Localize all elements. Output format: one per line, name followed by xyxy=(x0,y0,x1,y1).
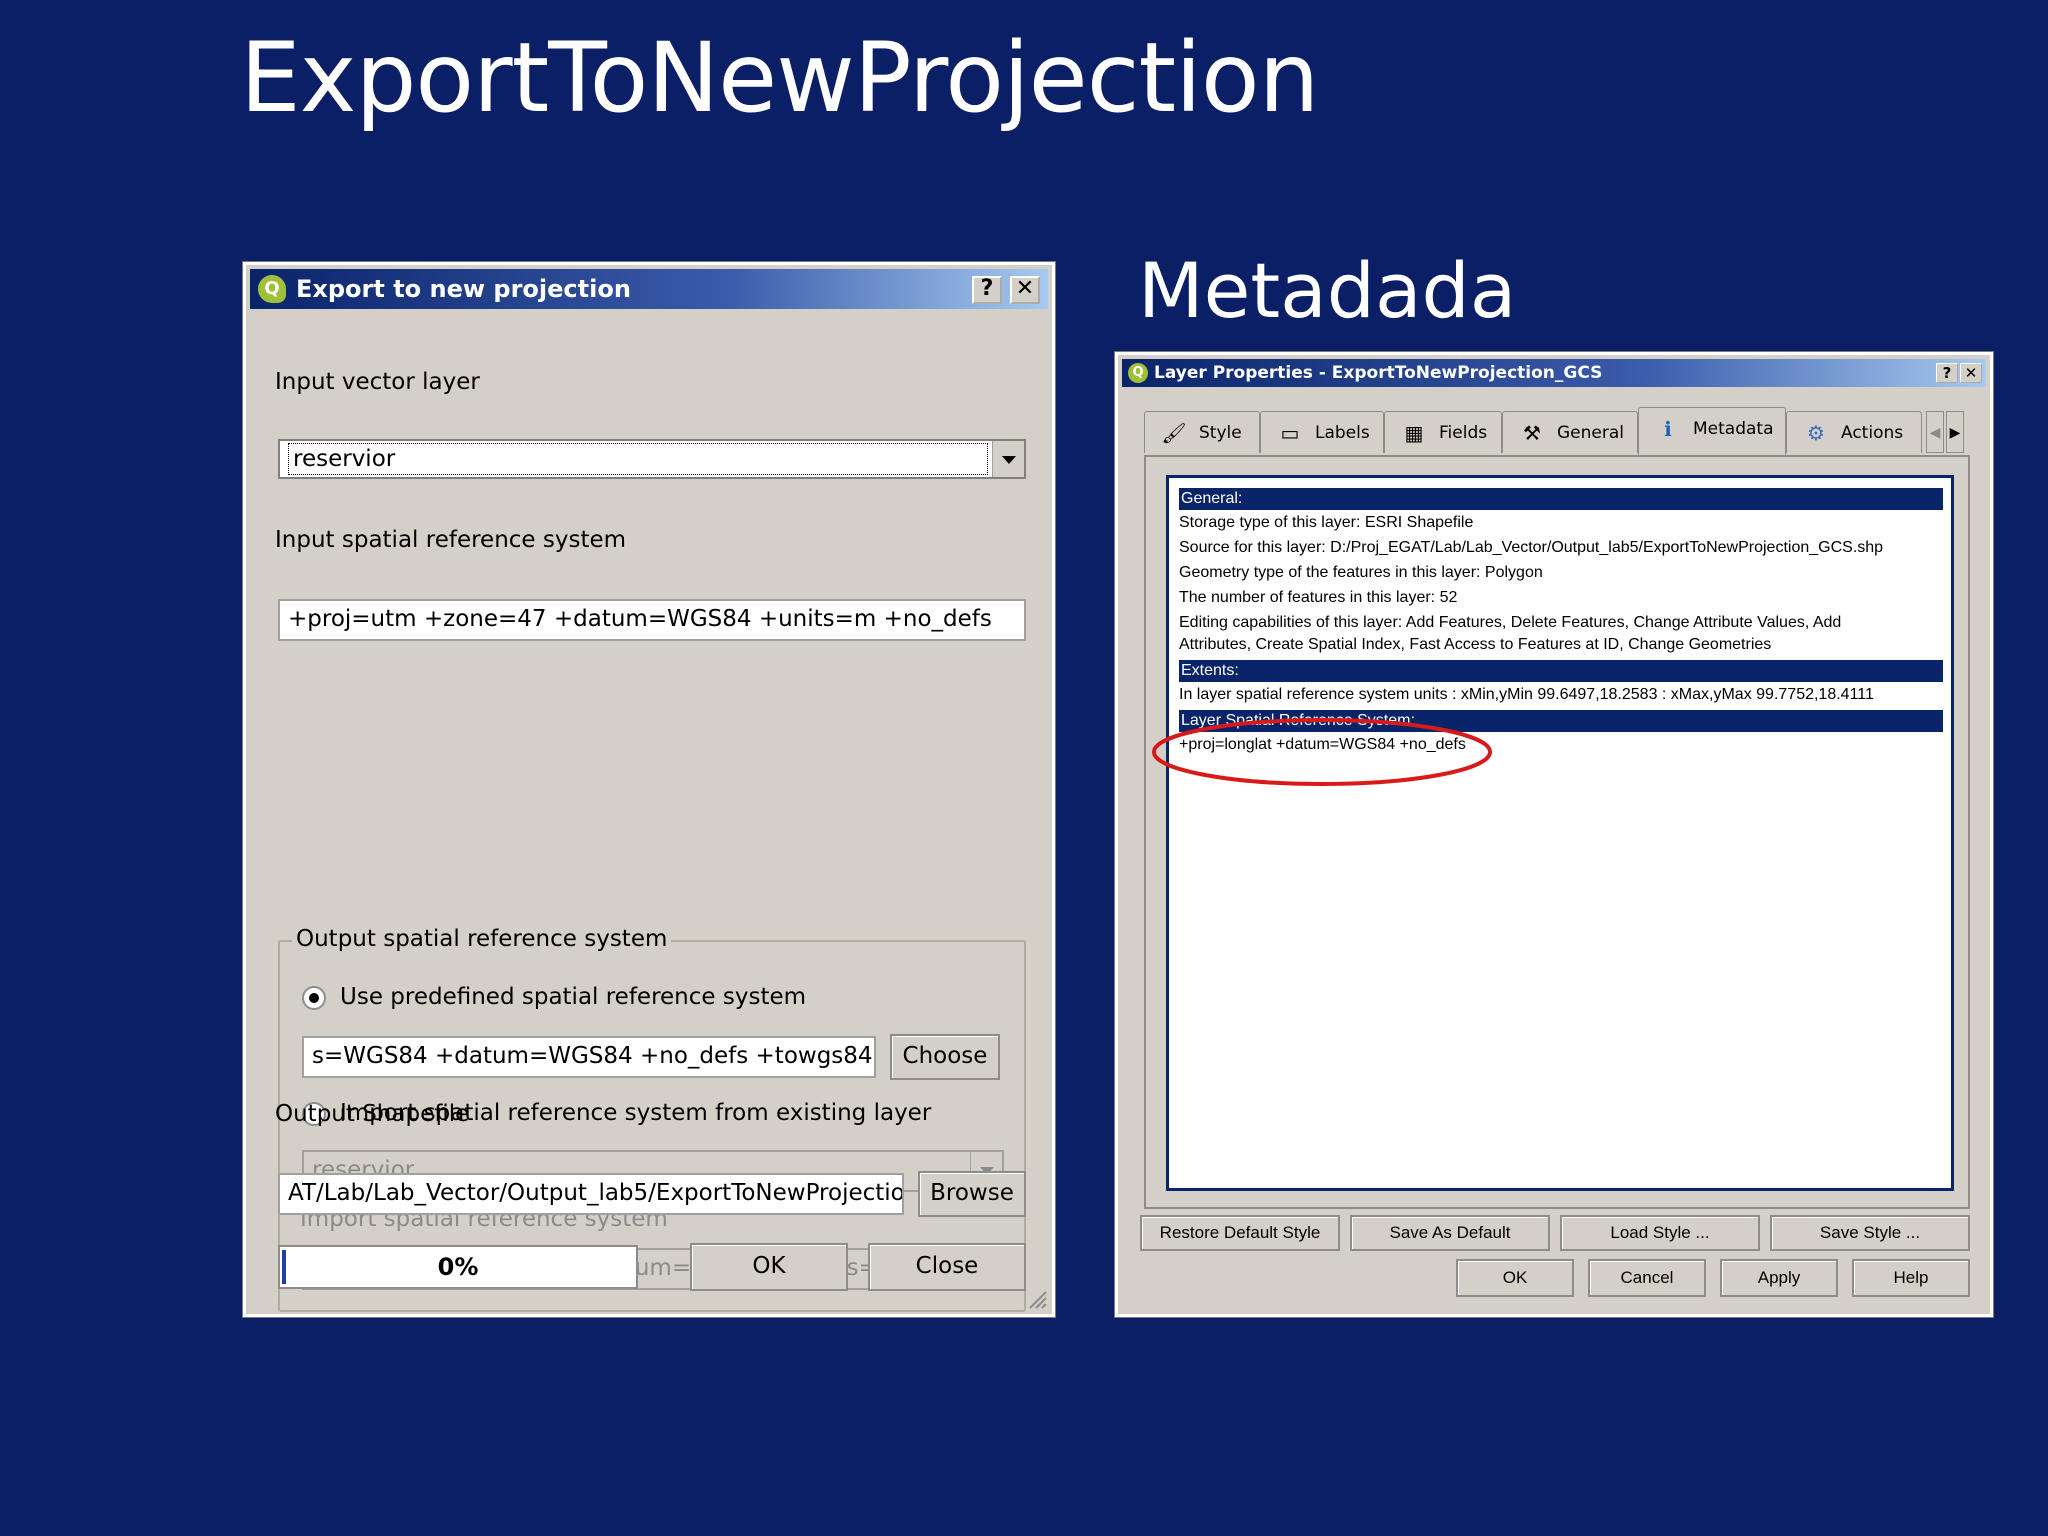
apply-button[interactable]: Apply xyxy=(1720,1259,1838,1297)
gears-icon: ⚙ xyxy=(1807,421,1825,445)
browse-button[interactable]: Browse xyxy=(918,1171,1026,1217)
save-style-button[interactable]: Save Style ... xyxy=(1770,1215,1970,1251)
qgis-icon: Q xyxy=(1128,363,1148,383)
help-button[interactable]: ? xyxy=(972,276,1002,304)
layer-properties-titlebar[interactable]: Q Layer Properties - ExportToNewProjecti… xyxy=(1122,359,1986,387)
export-dialog: Q Export to new projection ? ✕ Input vec… xyxy=(243,262,1055,1317)
table-icon: ▦ xyxy=(1404,421,1424,445)
tab-style[interactable]: 🖌 Style xyxy=(1144,411,1260,453)
metadata-source: Source for this layer: D:/Proj_EGAT/Lab/… xyxy=(1179,539,1884,556)
tab-metadata[interactable]: ℹ Metadata xyxy=(1638,407,1786,455)
qgis-icon: Q xyxy=(258,275,286,303)
slide-title: ExportToNewProjection xyxy=(240,22,1319,134)
tab-general[interactable]: ⚒ General xyxy=(1502,411,1638,453)
highlight-ellipse xyxy=(1152,718,1492,786)
progress-text: 0% xyxy=(437,1253,479,1281)
ok-button[interactable]: OK xyxy=(1456,1259,1574,1297)
label-icon: ▭ xyxy=(1280,421,1300,445)
layer-properties-title: Layer Properties - ExportToNewProjection… xyxy=(1154,363,1603,383)
metadata-view[interactable]: General: Storage type of this layer: ESR… xyxy=(1166,475,1954,1191)
metadata-storage: Storage type of this layer: ESRI Shapefi… xyxy=(1179,514,1474,531)
tools-icon: ⚒ xyxy=(1523,421,1541,445)
close-icon[interactable]: ✕ xyxy=(1010,276,1040,304)
tab-fields[interactable]: ▦ Fields xyxy=(1384,411,1502,453)
output-shapefile-label: Output Shapefile xyxy=(275,1101,470,1127)
help-button[interactable]: ? xyxy=(1936,363,1958,383)
info-icon: ℹ xyxy=(1664,417,1672,441)
slide-subtitle: Metadada xyxy=(1138,246,1517,335)
resize-grip-icon[interactable] xyxy=(1026,1288,1048,1310)
tab-scroll-right-icon[interactable]: ▶ xyxy=(1946,411,1964,453)
metadata-geometry: Geometry type of the features in this la… xyxy=(1179,564,1543,581)
layer-properties-dialog: Q Layer Properties - ExportToNewProjecti… xyxy=(1115,352,1993,1317)
choose-button[interactable]: Choose xyxy=(890,1034,1000,1080)
predefined-srs-field[interactable]: s=WGS84 +datum=WGS84 +no_defs +towgs84=0… xyxy=(302,1036,876,1078)
tab-actions-label: Actions xyxy=(1841,423,1904,443)
load-style-button[interactable]: Load Style ... xyxy=(1560,1215,1760,1251)
metadata-count: The number of features in this layer: 52 xyxy=(1179,589,1458,606)
ok-button[interactable]: OK xyxy=(690,1243,848,1291)
progress-bar: 0% xyxy=(278,1245,638,1289)
predefined-radio[interactable] xyxy=(302,986,326,1010)
tab-metadata-label: Metadata xyxy=(1693,419,1774,439)
input-srs-field[interactable]: +proj=utm +zone=47 +datum=WGS84 +units=m… xyxy=(278,599,1026,641)
tab-labels[interactable]: ▭ Labels xyxy=(1260,411,1384,453)
chevron-down-icon[interactable] xyxy=(992,441,1024,477)
tab-labels-label: Labels xyxy=(1315,423,1370,443)
predefined-radio-label[interactable]: Use predefined spatial reference system xyxy=(340,984,806,1010)
save-as-default-button[interactable]: Save As Default xyxy=(1350,1215,1550,1251)
export-dialog-titlebar[interactable]: Q Export to new projection ? ✕ xyxy=(250,269,1048,309)
metadata-editing-1: Editing capabilities of this layer: Add … xyxy=(1179,614,1842,631)
tab-scroll-left-icon[interactable]: ◀ xyxy=(1926,411,1944,453)
output-shapefile-field[interactable]: AT/Lab/Lab_Vector/Output_lab5/ExportToNe… xyxy=(278,1173,904,1215)
tab-fields-label: Fields xyxy=(1439,423,1488,443)
input-layer-combo[interactable]: reservior xyxy=(278,439,1026,479)
export-dialog-title: Export to new projection xyxy=(296,275,631,303)
metadata-panel: General: Storage type of this layer: ESR… xyxy=(1144,455,1970,1209)
metadata-extents: In layer spatial reference system units … xyxy=(1179,686,1874,703)
tab-general-label: General xyxy=(1557,423,1624,443)
close-icon[interactable]: ✕ xyxy=(1960,363,1982,383)
input-layer-label: Input vector layer xyxy=(275,369,480,395)
tab-style-label: Style xyxy=(1199,423,1242,443)
tab-actions[interactable]: ⚙ Actions xyxy=(1786,411,1922,453)
output-srs-group-title: Output spatial reference system xyxy=(292,926,672,952)
metadata-extents-header: Extents: xyxy=(1179,660,1943,682)
input-srs-label: Input spatial reference system xyxy=(275,527,627,553)
cancel-button[interactable]: Cancel xyxy=(1588,1259,1706,1297)
metadata-general-header: General: xyxy=(1179,488,1943,510)
metadata-editing-2: Attributes, Create Spatial Index, Fast A… xyxy=(1179,636,1772,653)
brush-icon: 🖌 xyxy=(1161,421,1187,445)
restore-default-style-button[interactable]: Restore Default Style xyxy=(1140,1215,1340,1251)
help-dialog-button[interactable]: Help xyxy=(1852,1259,1970,1297)
close-button[interactable]: Close xyxy=(868,1243,1026,1291)
input-layer-value: reservior xyxy=(288,443,988,475)
